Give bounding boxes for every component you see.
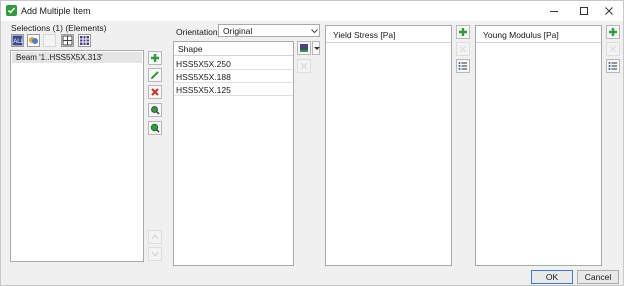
- list-icon[interactable]: [606, 59, 620, 73]
- orientation-value: Original: [223, 26, 253, 36]
- orientation-label: Orientation: [176, 27, 218, 37]
- yield-table-header: Yield Stress [Pa]: [326, 26, 451, 43]
- table-row[interactable]: HSS5X5X.188: [174, 70, 293, 83]
- list-icon[interactable]: [456, 59, 470, 73]
- table-cell: HSS5X5X.250: [176, 59, 231, 69]
- chevron-down-icon: [311, 29, 318, 34]
- grid-dark-icon[interactable]: [78, 34, 91, 47]
- orientation-select[interactable]: Original: [218, 24, 320, 37]
- add-green-icon[interactable]: [606, 25, 620, 39]
- minimize-icon[interactable]: [539, 1, 569, 21]
- color-palette-icon[interactable]: [297, 41, 311, 55]
- add-green-icon[interactable]: [456, 25, 470, 39]
- ok-button[interactable]: OK: [531, 270, 573, 284]
- shape-table-header: Shape: [174, 42, 293, 56]
- select-blank-icon[interactable]: [43, 34, 56, 47]
- list-item[interactable]: Beam '1..HSS5X5X.313': [12, 52, 142, 63]
- delete-disabled-icon[interactable]: [606, 42, 620, 56]
- zoom-icon[interactable]: [148, 103, 162, 117]
- table-row[interactable]: HSS5X5X.125: [174, 83, 293, 96]
- window-title: Add Multiple Item: [21, 6, 91, 16]
- app-check-icon: [6, 5, 17, 16]
- table-row[interactable]: HSS5X5X.250: [174, 57, 293, 70]
- table-cell: HSS5X5X.125: [176, 85, 231, 95]
- zoom-green-icon[interactable]: [148, 121, 162, 135]
- table-cell: HSS5X5X.188: [176, 72, 231, 82]
- cancel-button[interactable]: Cancel: [577, 270, 619, 284]
- delete-red-icon[interactable]: [148, 85, 162, 99]
- list-item-label: Beam '1..HSS5X5X.313': [16, 53, 103, 62]
- selections-label: Selections (1) (Elements): [11, 23, 107, 33]
- move-up-icon[interactable]: [148, 230, 162, 244]
- title-bar: Add Multiple Item: [1, 1, 623, 21]
- dropdown-arrow-icon[interactable]: [312, 41, 320, 55]
- select-all-icon[interactable]: ALL: [11, 34, 24, 47]
- move-down-icon[interactable]: [148, 247, 162, 261]
- young-header-label: Young Modulus [Pa]: [483, 30, 559, 40]
- yield-header-label: Yield Stress [Pa]: [333, 30, 396, 40]
- yield-stress-table[interactable]: Yield Stress [Pa]: [325, 25, 452, 266]
- shape-table[interactable]: Shape HSS5X5X.250 HSS5X5X.188 HSS5X5X.12…: [173, 41, 294, 266]
- shape-header-label: Shape: [178, 44, 203, 54]
- edit-icon[interactable]: [148, 68, 162, 82]
- selections-list[interactable]: Beam '1..HSS5X5X.313': [10, 50, 144, 262]
- young-modulus-table[interactable]: Young Modulus [Pa]: [475, 25, 602, 266]
- dialog-window: Add Multiple Item Selections (1) (Elemen…: [0, 0, 624, 286]
- delete-disabled-icon[interactable]: [456, 42, 470, 56]
- young-table-header: Young Modulus [Pa]: [476, 26, 601, 43]
- select-filter-icon[interactable]: [27, 34, 40, 47]
- add-green-icon[interactable]: [148, 51, 162, 65]
- close-icon[interactable]: [594, 1, 624, 21]
- grid-icon[interactable]: [61, 34, 74, 47]
- remove-disabled-icon[interactable]: [297, 59, 311, 73]
- svg-text:ALL: ALL: [13, 39, 23, 45]
